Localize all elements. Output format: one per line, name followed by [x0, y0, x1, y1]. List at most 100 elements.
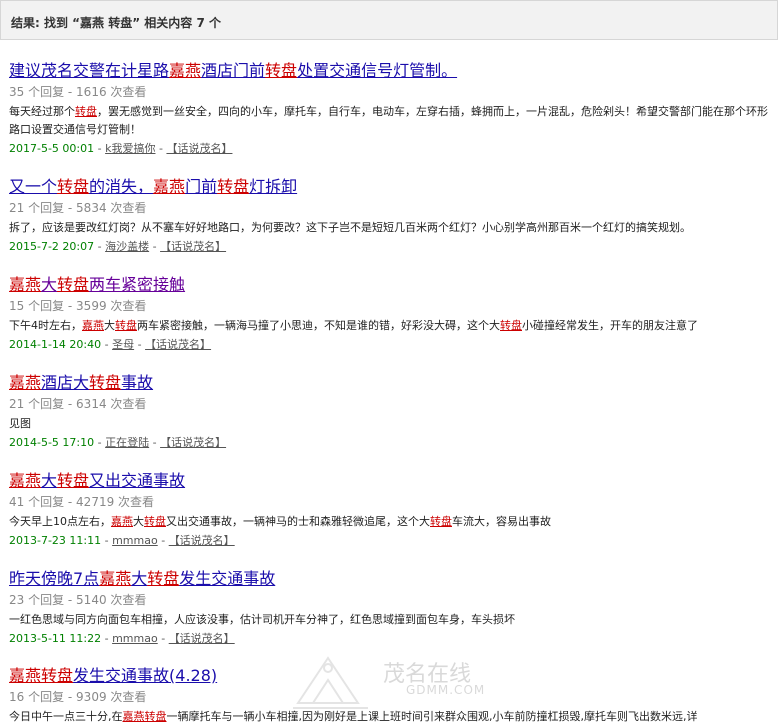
result-forum-link[interactable]: 【话说茂名】	[160, 240, 226, 253]
text-segment: 建议茂名交警在计星路	[9, 61, 170, 80]
result-stats: 23 个回复 - 5140 次查看	[9, 593, 147, 607]
result-title-link[interactable]: 嘉燕大转盘又出交通事故	[9, 471, 185, 491]
text-segment: 每天经过那个	[9, 105, 75, 118]
keyword-highlight: 嘉燕	[9, 373, 42, 392]
text-segment: 酒店大	[41, 373, 90, 392]
result-title-link[interactable]: 嘉燕酒店大转盘事故	[9, 373, 153, 393]
keyword-highlight: 嘉燕	[111, 515, 133, 528]
keyword-highlight: 转盘	[265, 61, 298, 80]
text-segment: 又一个	[9, 177, 58, 196]
text-segment: 今天早上10点左右，	[9, 515, 111, 528]
keyword-highlight: 转盘	[217, 177, 250, 196]
text-segment: 大	[133, 515, 144, 528]
result-date: 2014-5-5 17:10	[9, 436, 95, 449]
result-author-link[interactable]: mmmao	[112, 534, 158, 547]
keyword-highlight: 转盘	[57, 177, 90, 196]
result-author-link[interactable]: 正在登陆	[105, 436, 149, 449]
keyword-highlight: 嘉燕	[9, 666, 42, 685]
result-stats: 21 个回复 - 5834 次查看	[9, 201, 147, 215]
result-title-link[interactable]: 又一个转盘的消失，嘉燕门前转盘灯拆卸	[9, 177, 297, 197]
text-segment: 两车紧密接触，一辆海马撞了小思迪，不知是谁的错，好彩没大碍，这个大	[137, 319, 500, 332]
result-title-link[interactable]: 嘉燕大转盘两车紧密接触	[9, 275, 185, 295]
result-stats: 41 个回复 - 42719 次查看	[9, 495, 155, 509]
keyword-highlight: 转盘	[144, 710, 167, 723]
result-author-link[interactable]: 海沙盖楼	[105, 240, 149, 253]
text-segment: 事故	[121, 373, 154, 392]
result-title-link[interactable]: 嘉燕转盘发生交通事故(4.28)	[9, 666, 217, 686]
keyword-highlight: 转盘	[57, 275, 90, 294]
text-segment: 处置交通信号灯管制。	[297, 61, 458, 80]
result-stats: 35 个回复 - 1616 次查看	[9, 85, 147, 99]
keyword-highlight: 嘉燕	[153, 177, 186, 196]
text-segment: 发生交通事故(4.28)	[73, 666, 218, 685]
text-segment: 小碰撞经常发生，开车的朋友注意了	[522, 319, 698, 332]
result-author-link[interactable]: 圣母	[112, 338, 134, 351]
watermark-logo-icon	[293, 656, 368, 709]
text-segment: 昨天傍晚7点	[9, 569, 100, 588]
results-summary-bar: 结果: 找到 “嘉燕 转盘” 相关内容 7 个	[0, 0, 778, 40]
text-segment: 一红色思域与同方向面包车相撞，人应该没事，估计司机开车分神了，红色思域撞到面包车…	[9, 613, 515, 626]
result-snippet: 一红色思域与同方向面包车相撞，人应该没事，估计司机开车分神了，红色思域撞到面包车…	[9, 611, 769, 629]
site-watermark: 茂名在线 GDMM.COM	[288, 648, 538, 728]
result-author-link[interactable]: mmmao	[112, 632, 158, 645]
result-meta: 2014-1-14 20:40 - 圣母 - 【话说茂名】	[9, 338, 212, 351]
keyword-highlight: 嘉燕	[169, 61, 202, 80]
keyword-highlight: 转盘	[57, 471, 90, 490]
result-stats: 21 个回复 - 6314 次查看	[9, 397, 147, 411]
result-forum-link[interactable]: 【话说茂名】	[166, 142, 232, 155]
keyword-highlight: 转盘	[147, 569, 180, 588]
result-author-link[interactable]: k我爱搞你	[105, 142, 155, 155]
keyword-highlight: 转盘	[89, 373, 122, 392]
text-segment: 灯拆卸	[249, 177, 298, 196]
result-date: 2017-5-5 00:01	[9, 142, 95, 155]
result-date: 2014-1-14 20:40	[9, 338, 102, 351]
result-forum-link[interactable]: 【话说茂名】	[160, 436, 226, 449]
result-item: 建议茂名交警在计星路嘉燕酒店门前转盘处置交通信号灯管制。 35 个回复 - 16…	[9, 61, 775, 157]
result-title-link[interactable]: 建议茂名交警在计星路嘉燕酒店门前转盘处置交通信号灯管制。	[9, 61, 457, 81]
result-item: 昨天傍晚7点嘉燕大转盘发生交通事故 23 个回复 - 5140 次查看 一红色思…	[9, 569, 775, 647]
keyword-highlight: 嘉燕	[9, 471, 42, 490]
result-title-link[interactable]: 昨天傍晚7点嘉燕大转盘发生交通事故	[9, 569, 275, 589]
text-segment: 大	[41, 471, 58, 490]
text-segment: 车流大，容易出事故	[452, 515, 551, 528]
results-summary-text: 结果: 找到 “嘉燕 转盘” 相关内容 7 个	[11, 16, 221, 30]
result-forum-link[interactable]: 【话说茂名】	[145, 338, 211, 351]
result-snippet: 见图	[9, 415, 769, 433]
watermark-subtext: GDMM.COM	[406, 683, 486, 697]
result-meta: 2013-5-11 11:22 - mmmao - 【话说茂名】	[9, 632, 235, 645]
result-stats: 15 个回复 - 3599 次查看	[9, 299, 147, 313]
result-item: 嘉燕大转盘又出交通事故 41 个回复 - 42719 次查看 今天早上10点左右…	[9, 471, 775, 549]
text-segment: 大	[104, 319, 115, 332]
result-snippet: 今天早上10点左右，嘉燕大转盘又出交通事故，一辆神马的士和森雅轻微追尾，这个大转…	[9, 513, 769, 531]
text-segment: 又出交通事故，一辆神马的士和森雅轻微追尾，这个大	[166, 515, 430, 528]
result-item: 嘉燕大转盘两车紧密接触 15 个回复 - 3599 次查看 下午4时左右，嘉燕大…	[9, 275, 775, 353]
result-snippet: 每天经过那个转盘，罢无感觉到一丝安全，四向的小车，摩托车，自行车，电动车，左穿右…	[9, 103, 769, 139]
keyword-highlight: 转盘	[144, 515, 166, 528]
result-meta: 2015-7-2 20:07 - 海沙盖楼 - 【话说茂名】	[9, 240, 227, 253]
text-segment: 的消失，	[89, 177, 154, 196]
text-segment: 发生交通事故	[179, 569, 276, 588]
result-forum-link[interactable]: 【话说茂名】	[169, 534, 235, 547]
keyword-highlight: 转盘	[115, 319, 137, 332]
result-forum-link[interactable]: 【话说茂名】	[169, 632, 235, 645]
keyword-highlight: 转盘	[41, 666, 74, 685]
result-meta: 2013-7-23 11:11 - mmmao - 【话说茂名】	[9, 534, 235, 547]
keyword-highlight: 嘉燕	[82, 319, 104, 332]
keyword-highlight: 转盘	[75, 105, 97, 118]
text-segment: 见图	[9, 417, 31, 430]
keyword-highlight: 嘉燕	[9, 275, 42, 294]
result-item: 又一个转盘的消失，嘉燕门前转盘灯拆卸 21 个回复 - 5834 次查看 拆了，…	[9, 177, 775, 255]
keyword-highlight: 转盘	[430, 515, 452, 528]
keyword-highlight: 嘉燕	[122, 710, 145, 723]
result-date: 2015-7-2 20:07	[9, 240, 95, 253]
text-segment: 酒店门前	[201, 61, 266, 80]
result-meta: 2017-5-5 00:01 - k我爱搞你 - 【话说茂名】	[9, 142, 233, 155]
text-segment: ，罢无感觉到一丝安全，四向的小车，摩托车，自行车，电动车，左穿右插，蜂拥而上，一…	[9, 105, 768, 136]
text-segment: 下午4时左右，	[9, 319, 82, 332]
text-segment: 大	[131, 569, 148, 588]
text-segment: 今日中午一点三十分,在	[9, 710, 123, 723]
text-segment: 又出交通事故	[89, 471, 186, 490]
text-segment: 拆了，应该是要改红灯岗？从不塞车好好地路口，为何要改？这下子岂不是短短几百米两个…	[9, 221, 691, 234]
keyword-highlight: 嘉燕	[99, 569, 132, 588]
result-date: 2013-7-23 11:11	[9, 534, 102, 547]
